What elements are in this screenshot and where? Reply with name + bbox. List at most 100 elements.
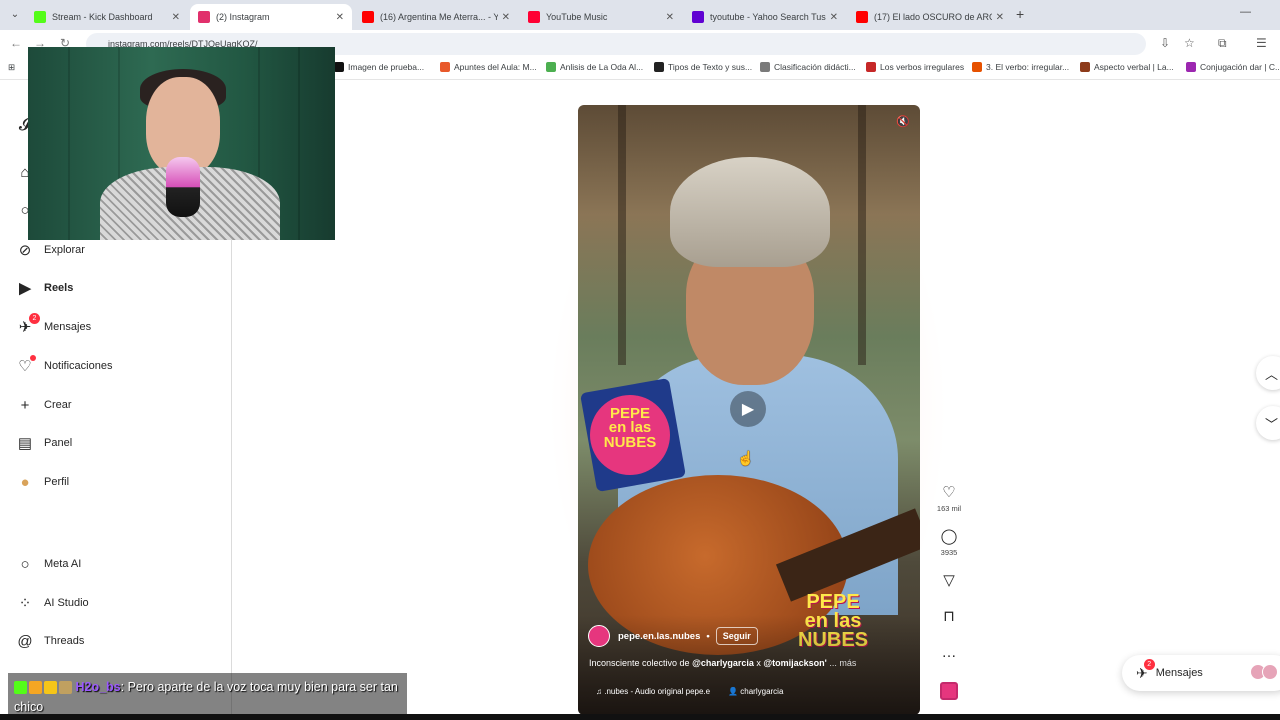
chat-badges-icon — [14, 681, 72, 695]
bookmark-item[interactable]: Los verbos irregulares — [866, 62, 964, 72]
new-tab-button[interactable]: + — [1016, 6, 1024, 22]
sidebar-item-label: Explorar — [44, 244, 85, 256]
browser-tab[interactable]: (17) El lado OSCURO de ARGEN✕ — [848, 4, 1012, 30]
share-button[interactable]: ▽ — [936, 572, 962, 590]
bookmark-item[interactable]: Aspecto verbal | La... — [1080, 62, 1174, 72]
bookmark-favicon-icon — [1186, 62, 1196, 72]
tab-favicon-icon — [856, 11, 868, 23]
streamer-webcam-overlay — [28, 47, 335, 240]
sidebar-item-meta-ai[interactable]: ○ Meta AI — [16, 552, 81, 576]
comment-count: 3935 — [940, 548, 958, 557]
messenger-icon: ✈ 2 — [1136, 658, 1155, 682]
bookmark-favicon-icon — [972, 62, 982, 72]
bookmark-favicon-icon — [334, 62, 344, 72]
mention-link[interactable]: @charlygarcia — [692, 658, 754, 668]
brand-logo-left: PEPE en las NUBES — [590, 395, 670, 475]
extensions-icon[interactable]: ⧉ — [1218, 36, 1227, 51]
bookmark-item[interactable]: Apuntes del Aula: M... — [440, 62, 537, 72]
sidebar-item-perfil[interactable]: ● Perfil — [16, 470, 69, 494]
close-tab-icon[interactable]: ✕ — [666, 12, 674, 23]
bookmark-item[interactable]: Anlisis de La Oda Al... — [546, 62, 643, 72]
browser-menu-icon[interactable]: ☰ — [1256, 36, 1267, 50]
bookmark-item[interactable]: Clasificación didácti... — [760, 62, 856, 72]
bookmark-favicon-icon — [760, 62, 770, 72]
bookmark-item[interactable]: Conjugación dar | C... — [1186, 62, 1280, 72]
browser-tab[interactable]: (2) Instagram ✕ — [190, 4, 352, 30]
minimize-icon[interactable]: — — [1240, 6, 1251, 18]
reel-video-player[interactable]: PEPEen lasNUBES PEPEen lasNUBES ▶ 🔇 pepe… — [578, 105, 920, 715]
bookmark-favicon-icon — [440, 62, 450, 72]
tab-search-icon[interactable]: ⌄ — [6, 6, 24, 24]
browser-tab[interactable]: Stream - Kick Dashboard ✕ — [26, 4, 188, 30]
bookmark-item[interactable]: Tipos de Texto y sus... — [654, 62, 752, 72]
tab-favicon-icon — [34, 11, 46, 23]
reel-username[interactable]: pepe.en.las.nubes — [618, 631, 700, 642]
sidebar-item-crear[interactable]: + Crear — [16, 393, 72, 417]
follow-button[interactable]: Seguir — [715, 627, 758, 645]
audio-link[interactable]: ♫ .nubes - Audio original pepe.e — [596, 687, 710, 696]
tab-favicon-icon — [198, 11, 210, 23]
ai-studio-icon: ⁘ — [18, 595, 32, 612]
sidebar-item-mensajes[interactable]: ✈ 2 Mensajes — [16, 313, 92, 339]
close-tab-icon[interactable]: ✕ — [172, 12, 180, 23]
author-avatar[interactable] — [588, 625, 610, 647]
meta-ai-icon: ○ — [20, 555, 30, 573]
like-button[interactable]: ♡ 163 mil — [936, 484, 962, 513]
reels-icon: ▶ — [19, 280, 31, 297]
sidebar-item-reels[interactable]: ▶ Reels — [16, 276, 73, 300]
heart-icon: ♡ — [16, 355, 36, 375]
sidebar-item-label: Crear — [44, 399, 72, 411]
bookmark-favicon-icon — [654, 62, 664, 72]
reel-caption[interactable]: Inconsciente colectivo de @charlygarcia … — [589, 658, 909, 668]
messages-pill[interactable]: ✈ 2 Mensajes — [1122, 655, 1280, 691]
bookmark-favicon-icon — [546, 62, 556, 72]
microphone-icon — [166, 157, 200, 217]
play-icon[interactable]: ▶ — [730, 391, 766, 427]
close-tab-icon[interactable]: ✕ — [502, 12, 510, 23]
bookmark-item[interactable]: 3. El verbo: irregular... — [972, 62, 1069, 72]
bookmark-item[interactable]: Imagen de prueba... — [334, 62, 424, 72]
previous-reel-button[interactable]: ︿ — [1256, 356, 1280, 390]
sidebar-item-notificaciones[interactable]: ♡ Notificaciones — [16, 354, 112, 378]
plus-icon: + — [20, 396, 30, 414]
bookmark-star-icon[interactable]: ☆ — [1184, 36, 1195, 50]
sidebar-item-panel[interactable]: ▤ Panel — [16, 431, 72, 455]
comment-button[interactable]: ◯ 3935 — [936, 528, 962, 557]
reel-author[interactable]: pepe.en.las.nubes • Seguir — [588, 625, 758, 647]
tab-favicon-icon — [362, 11, 374, 23]
sidebar-item-label: Mensajes — [44, 321, 92, 333]
chevron-up-icon: ︿ — [1265, 366, 1279, 382]
next-reel-button[interactable]: ﹀ — [1256, 406, 1280, 440]
tab-favicon-icon — [528, 11, 540, 23]
sidebar-item-explorar[interactable]: ⊘ Explorar — [16, 238, 85, 262]
tagged-user-link[interactable]: 👤 charlygarcia — [728, 687, 783, 696]
more-link[interactable]: ... más — [827, 658, 856, 668]
sidebar-item-ai-studio[interactable]: ⁘ AI Studio — [16, 591, 89, 615]
back-icon[interactable]: ← — [10, 36, 22, 50]
bookmark-icon: ⊓ — [943, 608, 955, 625]
save-button[interactable]: ⊓ — [936, 608, 962, 626]
sidebar-item-label: Notificaciones — [44, 360, 113, 372]
sidebar-item-label: AI Studio — [44, 597, 89, 609]
threads-icon: @ — [17, 632, 33, 650]
sidebar-item-threads[interactable]: @ Threads — [16, 629, 84, 653]
compass-icon: ⊘ — [18, 242, 32, 259]
bookmark-favicon-icon — [1080, 62, 1090, 72]
send-icon: ▽ — [943, 572, 955, 589]
audio-muted-icon[interactable]: 🔇 — [896, 115, 910, 128]
more-options-button[interactable]: … — [936, 644, 962, 662]
mention-link[interactable]: @tomijackson' — [763, 658, 826, 668]
browser-tab[interactable]: (16) Argentina Me Aterra... - Yo ✕ — [354, 4, 518, 30]
install-app-icon[interactable]: ⇩ — [1160, 36, 1170, 50]
chevron-down-icon: ﹀ — [1265, 416, 1279, 432]
browser-tab-strip: ⌄ Stream - Kick Dashboard ✕ (2) Instagram ✕… — [0, 0, 1280, 30]
mouse-cursor-icon: ☝ — [737, 450, 755, 466]
browser-tab[interactable]: tyoutube - Yahoo Search Tus re ✕ — [684, 4, 846, 30]
close-tab-icon[interactable]: ✕ — [996, 12, 1004, 23]
close-tab-icon[interactable]: ✕ — [830, 12, 838, 23]
apps-grid-icon[interactable]: ⊞ — [8, 62, 15, 73]
close-tab-icon[interactable]: ✕ — [336, 12, 344, 23]
audio-thumbnail[interactable] — [936, 682, 962, 700]
chat-username: H2o_bs — [75, 680, 121, 694]
browser-tab[interactable]: YouTube Music ✕ — [520, 4, 682, 30]
